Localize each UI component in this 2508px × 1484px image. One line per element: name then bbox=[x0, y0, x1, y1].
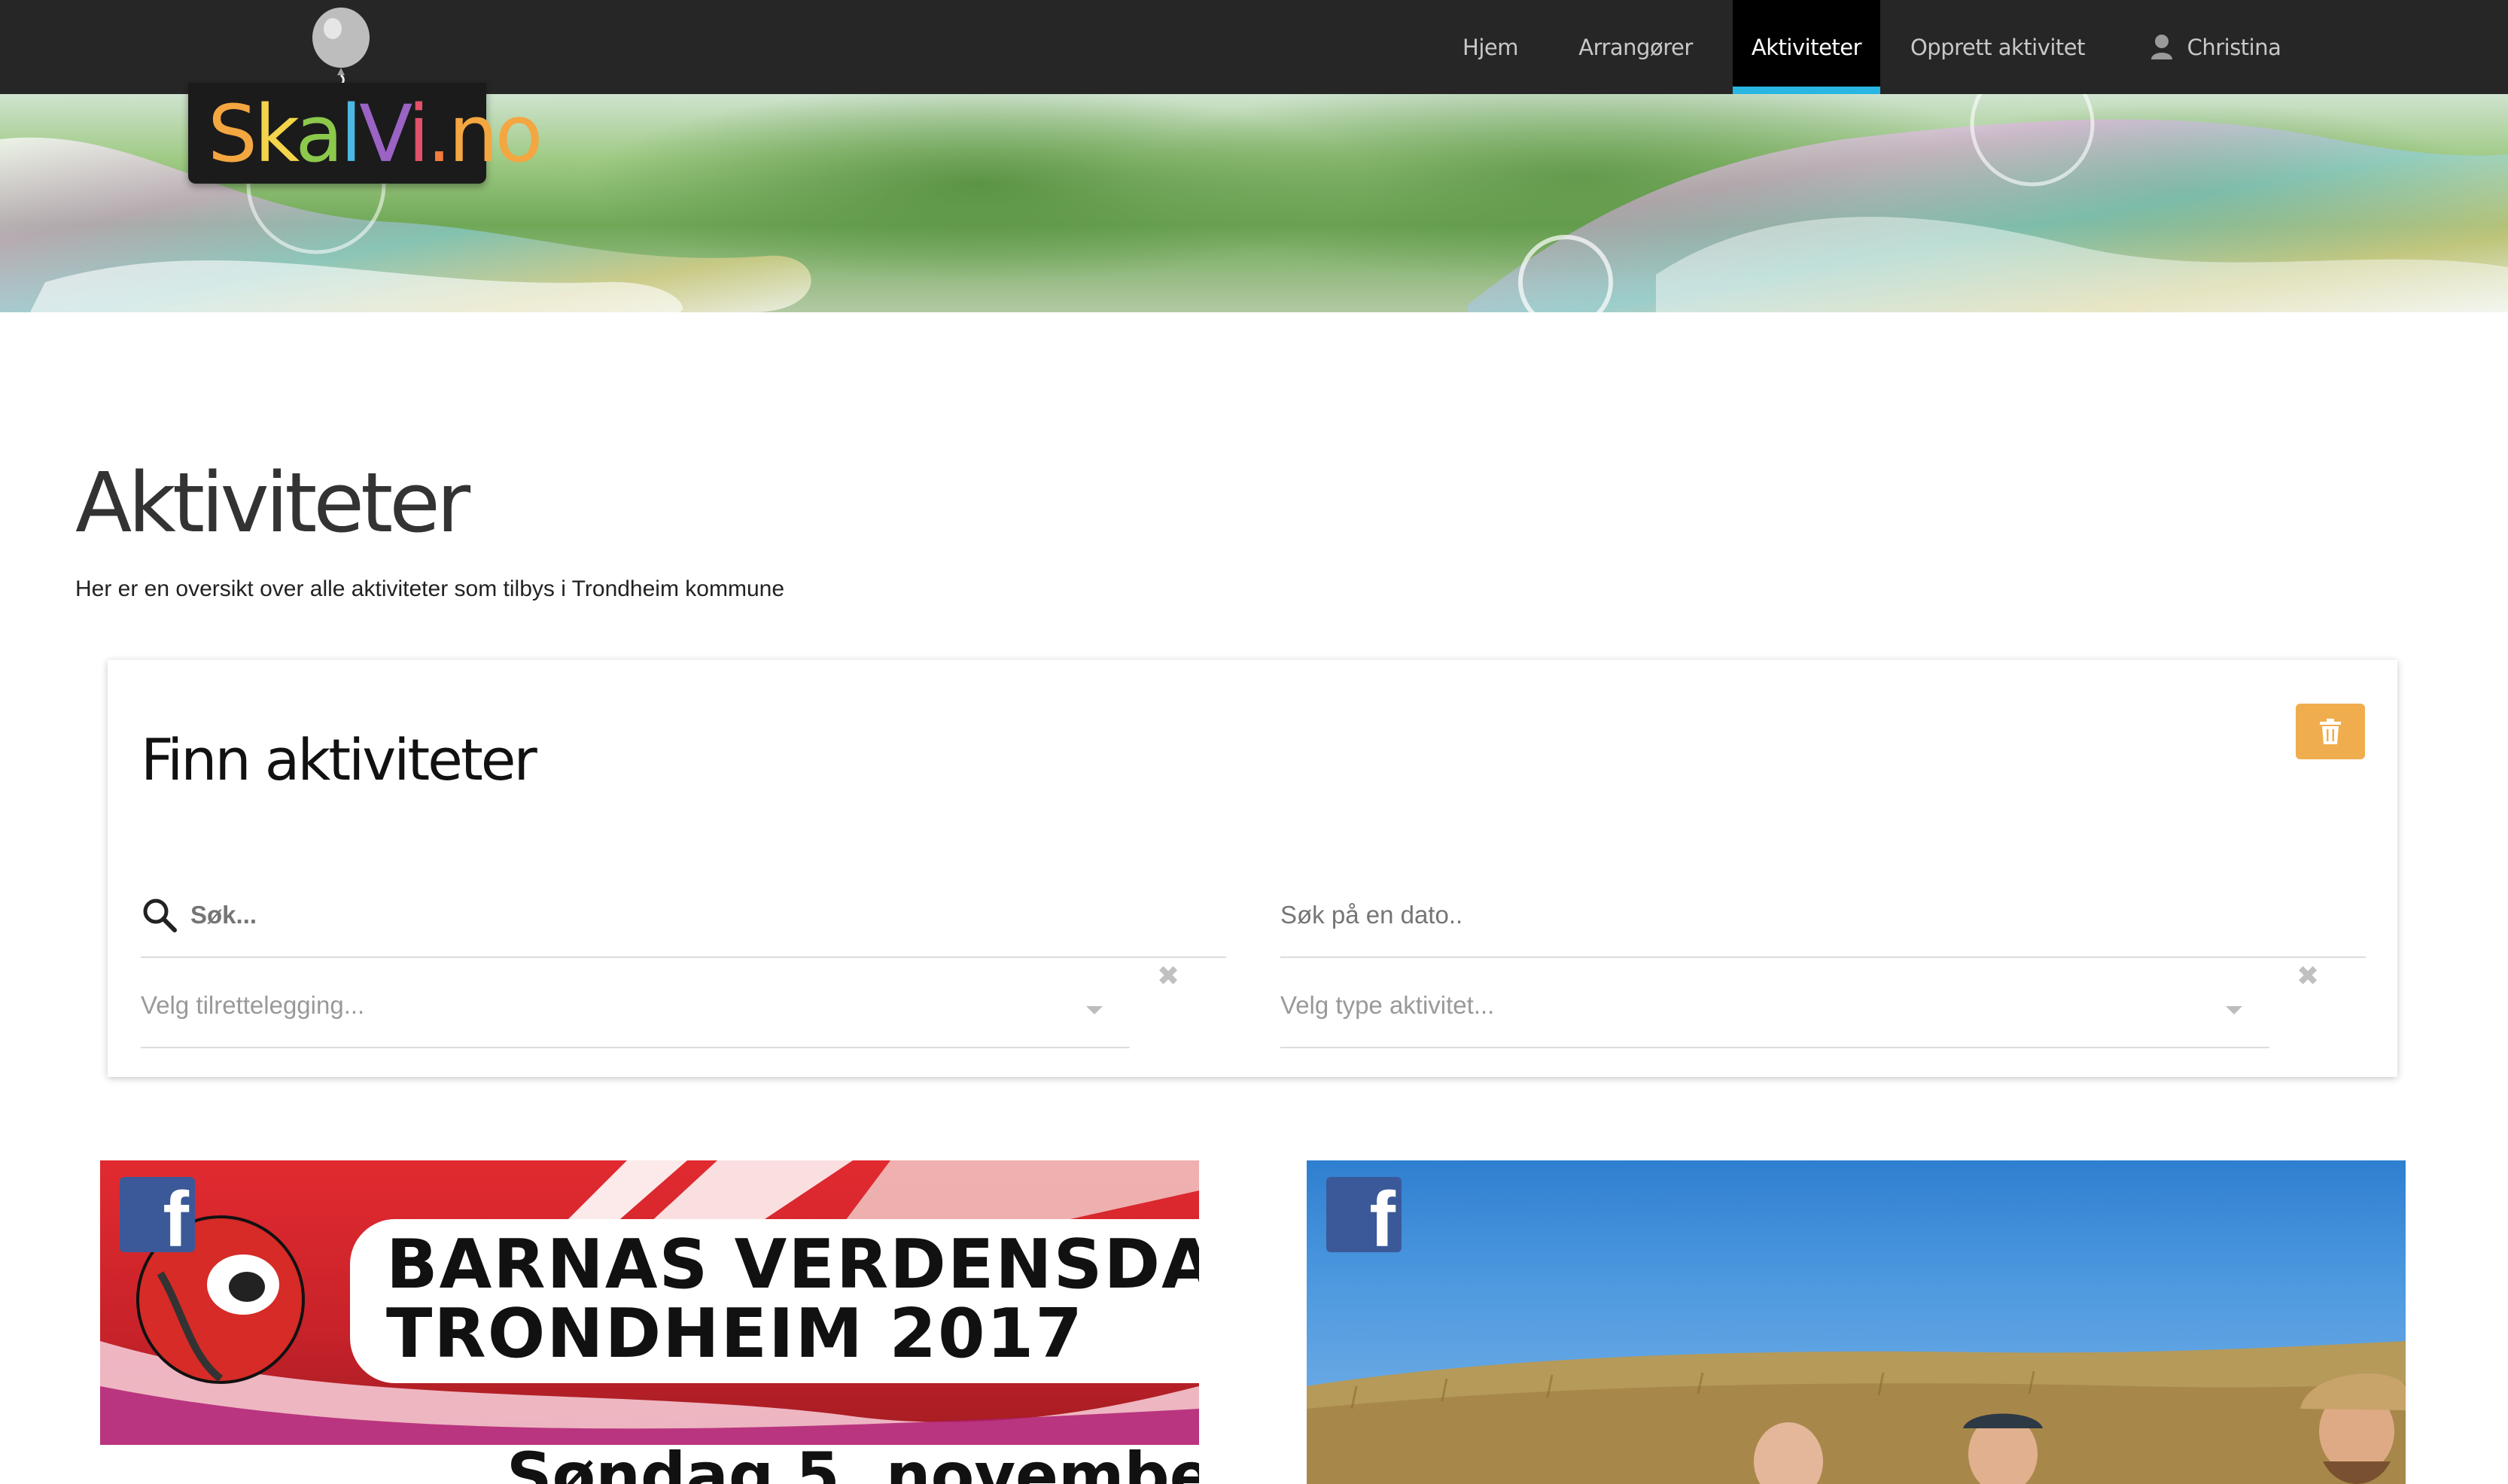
chevron-down-icon bbox=[2226, 1006, 2242, 1014]
activity-card[interactable]: BARNAS VERDENSDA TRONDHEIM 2017 Søndag 5… bbox=[100, 1160, 1199, 1484]
activity-type-select[interactable]: Velg type aktivitet... bbox=[1280, 964, 2269, 1048]
poster-title-line-1: BARNAS VERDENSDA bbox=[386, 1225, 1199, 1304]
facebook-icon[interactable]: f bbox=[1326, 1177, 1402, 1259]
facebook-icon[interactable]: f bbox=[120, 1177, 195, 1259]
trash-icon bbox=[2320, 719, 2341, 744]
filter-title: Finn aktiviteter bbox=[141, 726, 537, 793]
page-title: Aktiviteter bbox=[75, 455, 470, 551]
search-icon bbox=[143, 899, 177, 932]
nav-user-menu[interactable]: Christina bbox=[2129, 0, 2302, 94]
nav-user-name: Christina bbox=[2187, 34, 2281, 60]
logo-text: SkalVi.no bbox=[208, 88, 543, 180]
chevron-down-icon bbox=[1086, 1006, 1103, 1014]
nav-item-opprett-aktivitet[interactable]: Opprett aktivitet bbox=[1906, 0, 2089, 94]
nav-item-hjem[interactable]: Hjem bbox=[1450, 0, 1531, 94]
nav-item-arrangorer[interactable]: Arrangører bbox=[1567, 0, 1704, 94]
photo-landscape bbox=[1307, 1341, 2406, 1484]
tilrettelegging-placeholder: Velg tilrettelegging... bbox=[141, 991, 365, 1019]
poster-title-line-2: TRONDHEIM 2017 bbox=[386, 1294, 1084, 1373]
search-field bbox=[141, 874, 1226, 958]
tilrettelegging-select[interactable]: Velg tilrettelegging... bbox=[141, 964, 1130, 1048]
clear-tilrettelegging-icon[interactable]: ✖ bbox=[1157, 961, 1179, 992]
activity-type-placeholder: Velg type aktivitet... bbox=[1280, 991, 1495, 1019]
clear-activity-type-icon[interactable]: ✖ bbox=[2296, 961, 2319, 992]
user-icon bbox=[2150, 34, 2174, 61]
filter-card: Finn aktiviteter Velg tilrettelegging...… bbox=[108, 660, 2397, 1077]
search-input[interactable] bbox=[190, 901, 1226, 929]
activity-card[interactable]: f bbox=[1307, 1160, 2406, 1484]
poster-date: Søndag 5. november bbox=[507, 1439, 1199, 1484]
nav-item-aktiviteter[interactable]: Aktiviteter bbox=[1733, 0, 1880, 94]
date-field bbox=[1280, 874, 2366, 958]
date-input[interactable] bbox=[1280, 901, 2366, 929]
site-logo[interactable]: SkalVi.no bbox=[188, 8, 543, 184]
reset-filters-button[interactable] bbox=[2296, 704, 2365, 759]
page-subtitle: Her er en oversikt over alle aktiviteter… bbox=[75, 576, 785, 601]
